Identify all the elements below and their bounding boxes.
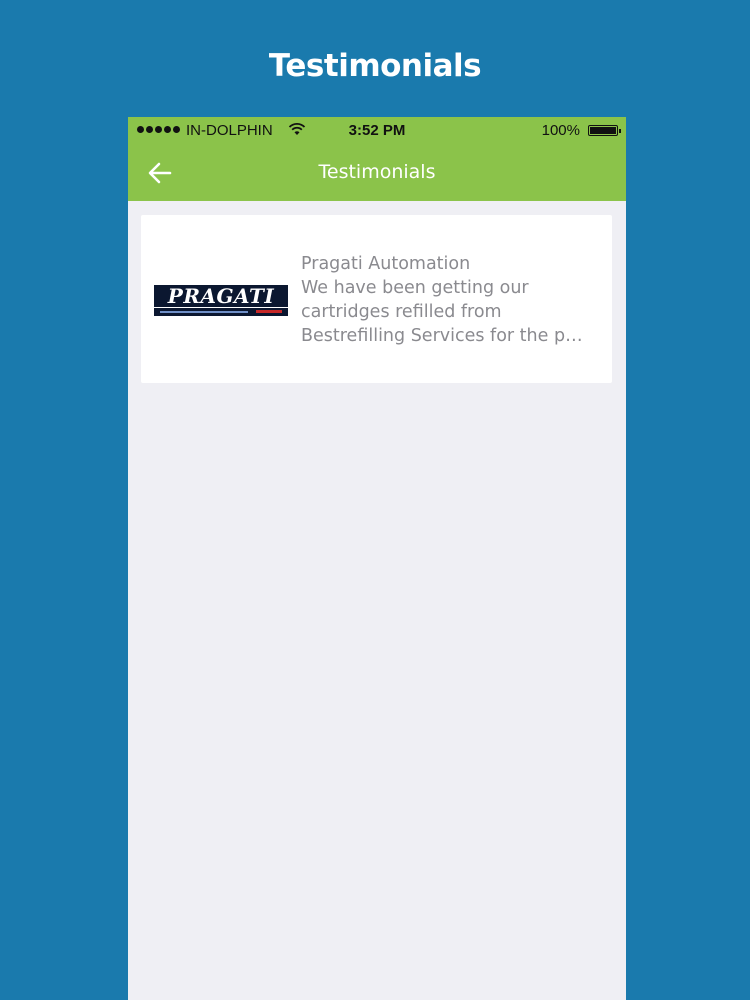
- status-bar: IN-DOLPHIN 3:52 PM 100%: [128, 117, 626, 145]
- navigation-bar: Testimonials: [128, 145, 626, 201]
- company-logo: PRAGATI: [154, 285, 288, 316]
- testimonial-excerpt-line: cartridges refilled from: [301, 302, 502, 322]
- testimonial-text: Pragati Automation We have been getting …: [301, 252, 601, 348]
- promo-title: Testimonials: [268, 48, 482, 84]
- testimonial-author: Pragati Automation: [301, 254, 471, 274]
- testimonials-list: PRAGATI Pragati Automation We have been …: [128, 201, 626, 1000]
- logo-wordmark: PRAGATI: [154, 285, 288, 307]
- nav-title: Testimonials: [318, 161, 436, 183]
- logo-tagline-strip: [154, 307, 288, 316]
- battery-percentage: 100%: [541, 122, 580, 139]
- phone-screen: IN-DOLPHIN 3:52 PM 100% Testimonials PRA…: [128, 117, 626, 1000]
- testimonial-excerpt-line: Bestrefilling Services for the p…: [301, 326, 583, 346]
- testimonial-excerpt-line: We have been getting our: [301, 278, 529, 298]
- testimonial-card[interactable]: PRAGATI Pragati Automation We have been …: [141, 215, 612, 383]
- battery-icon: [588, 125, 621, 136]
